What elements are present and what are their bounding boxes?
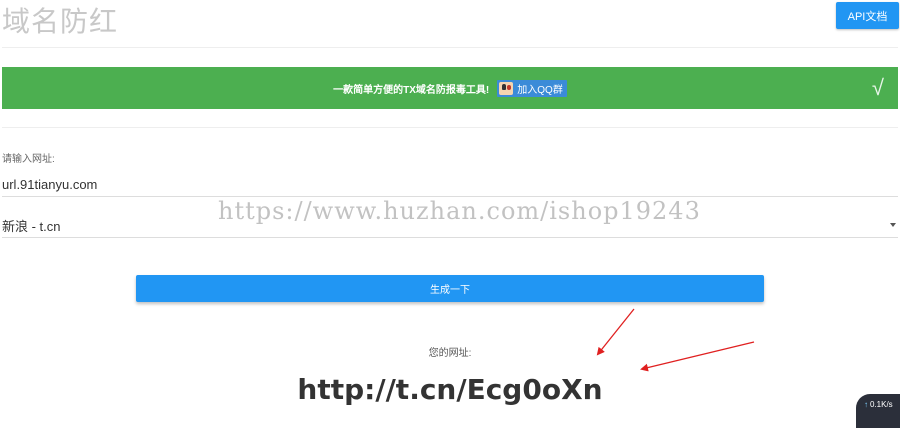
join-qq-group-button[interactable]: 加入QQ群 — [497, 79, 567, 97]
speed-unit: K/s — [881, 400, 893, 409]
generate-button[interactable]: 生成一下 — [136, 275, 764, 302]
join-qq-group-label: 加入QQ群 — [517, 84, 563, 96]
watermark-text: https://www.huzhan.com/ishop19243 — [218, 197, 701, 225]
api-docs-button[interactable]: API文档 — [836, 2, 899, 29]
url-input[interactable] — [2, 172, 898, 197]
info-banner: 一款简单方便的TX域名防报毒工具! 加入QQ群 √ — [2, 67, 898, 109]
qq-avatar-icon — [499, 81, 514, 95]
check-icon: √ — [871, 75, 884, 100]
chevron-down-icon — [890, 223, 896, 227]
banner-text: 一款简单方便的TX域名防报毒工具! — [333, 84, 490, 96]
divider — [2, 47, 898, 48]
shortener-select-value: 新浪 - t.cn — [2, 218, 61, 234]
result-url[interactable]: http://t.cn/Ecg0oXn — [0, 373, 900, 406]
url-field-label: 请输入网址: — [2, 154, 55, 165]
page-title: 域名防红 — [2, 5, 119, 38]
speed-value: 0.1 — [870, 400, 882, 409]
network-speed-widget: ↑ 0.1K/s — [856, 394, 900, 428]
upload-arrow-icon: ↑ — [864, 400, 868, 409]
divider — [2, 127, 898, 128]
result-label: 您的网址: — [428, 348, 472, 359]
